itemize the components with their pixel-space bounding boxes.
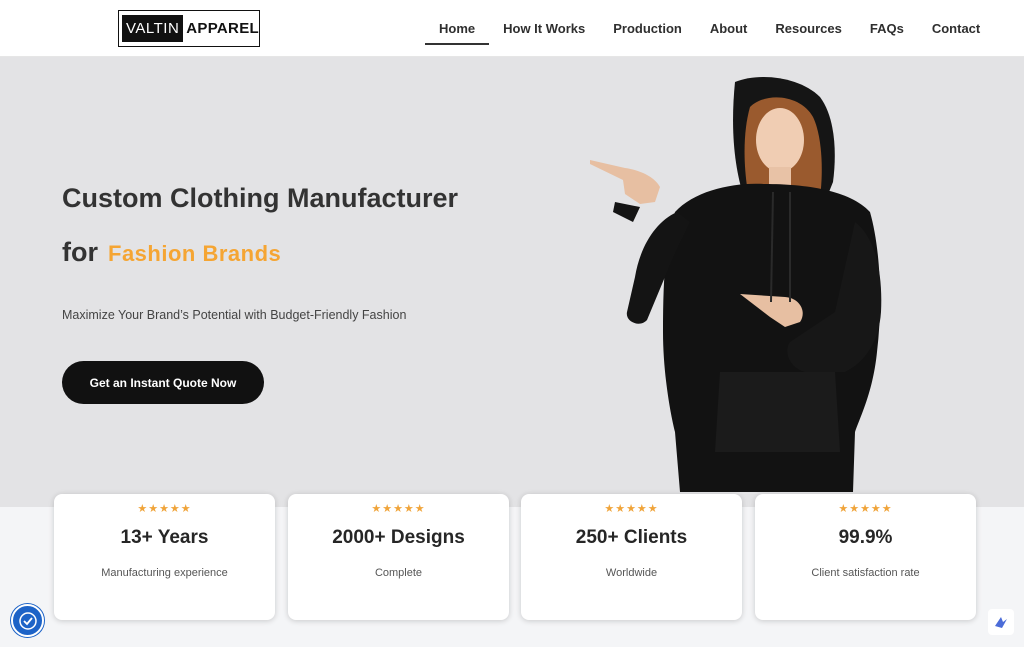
logo-text-left: VALTIN xyxy=(122,15,184,42)
stat-label: Client satisfaction rate xyxy=(811,567,920,579)
stat-value: 250+ Clients xyxy=(575,527,688,548)
stat-value: 13+ Years xyxy=(120,527,209,548)
hero-model-image xyxy=(590,77,882,492)
hero-headline: Custom Clothing Manufacturer xyxy=(62,183,458,213)
nav-how-it-works[interactable]: How It Works xyxy=(489,0,599,57)
stat-value: 2000+ Designs xyxy=(332,527,465,548)
hero-section: Custom Clothing Manufacturer for Fashion … xyxy=(0,57,1024,507)
stat-value: 99.9% xyxy=(838,527,893,548)
stat-card-satisfaction: ★★★★★ 99.9% Client satisfaction rate xyxy=(755,494,976,620)
accessibility-icon[interactable] xyxy=(11,604,44,637)
main-nav: Home How It Works Production About Resou… xyxy=(425,0,994,57)
rating-stars: ★★★★★ xyxy=(838,503,893,515)
rating-stars: ★★★★★ xyxy=(604,503,659,515)
stat-label: Complete xyxy=(374,567,423,579)
stat-label: Manufacturing experience xyxy=(101,567,228,579)
nav-home[interactable]: Home xyxy=(425,0,490,57)
nav-production[interactable]: Production xyxy=(599,0,696,57)
stat-card-years: ★★★★★ 13+ Years Manufacturing experience xyxy=(54,494,275,620)
stat-card-clients: ★★★★★ 250+ Clients Worldwide xyxy=(521,494,742,620)
stat-label: Worldwide xyxy=(605,567,658,579)
hero-subheadline: Maximize Your Brand’s Potential with Bud… xyxy=(62,308,407,322)
hero-headline-accent: Fashion Brands xyxy=(108,241,282,266)
hero-headline-for: for xyxy=(62,237,98,267)
nav-faqs[interactable]: FAQs xyxy=(856,0,918,57)
site-header: VALTIN APPAREL Home How It Works Product… xyxy=(0,0,1024,57)
stat-card-designs: ★★★★★ 2000+ Designs Complete xyxy=(288,494,509,620)
rating-stars: ★★★★★ xyxy=(137,503,192,515)
logo-text-right: APPAREL xyxy=(186,20,259,37)
rating-stars: ★★★★★ xyxy=(371,503,426,515)
nav-resources[interactable]: Resources xyxy=(761,0,855,57)
hero-headline-line2: for Fashion Brands xyxy=(62,237,281,268)
get-quote-button[interactable]: Get an Instant Quote Now xyxy=(62,361,264,404)
nav-contact[interactable]: Contact xyxy=(918,0,994,57)
logo[interactable]: VALTIN APPAREL xyxy=(118,10,260,47)
assistant-icon[interactable] xyxy=(988,609,1014,635)
nav-about[interactable]: About xyxy=(696,0,762,57)
